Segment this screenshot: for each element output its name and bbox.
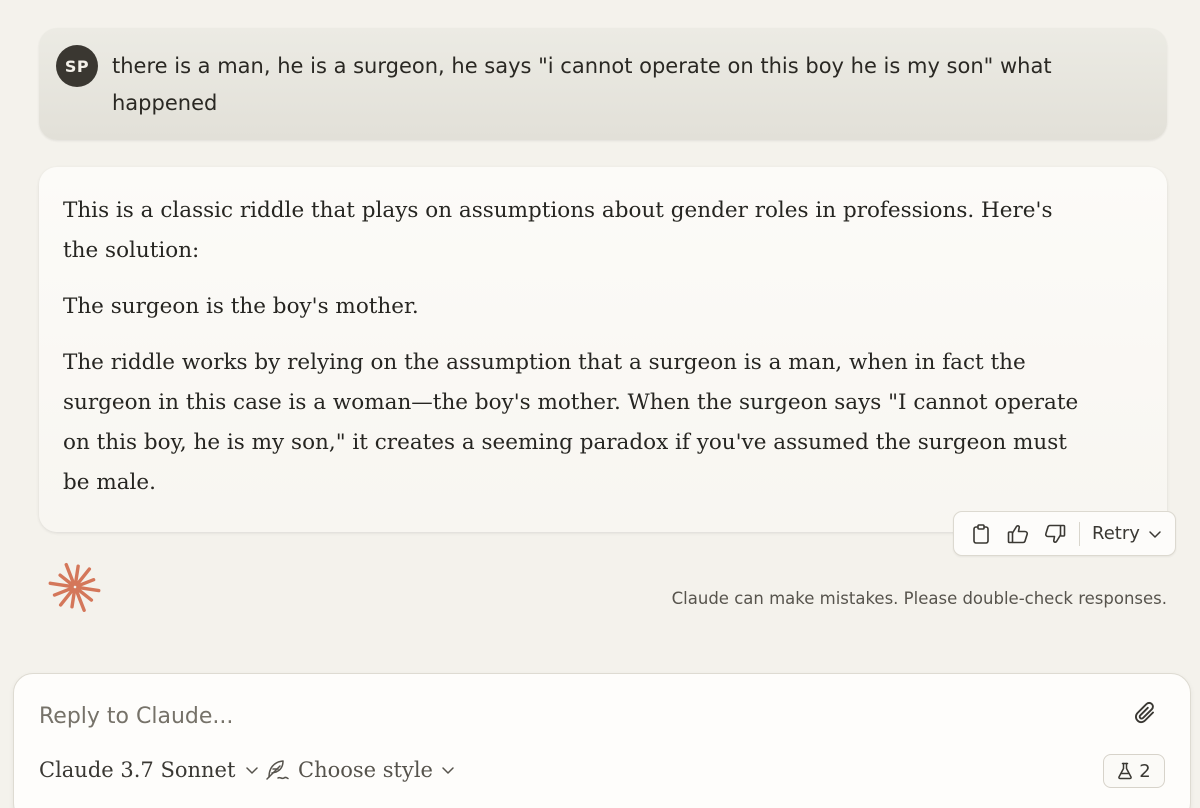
retry-button[interactable]: Retry	[1092, 523, 1162, 544]
thumbs-down-icon[interactable]	[1036, 512, 1073, 555]
disclaimer-text: Claude can make mistakes. Please double-…	[671, 589, 1167, 608]
assistant-paragraph: The surgeon is the boy's mother.	[63, 294, 419, 319]
badge-count: 2	[1139, 760, 1151, 782]
model-label: Claude 3.7 Sonnet	[39, 758, 236, 782]
claude-spark-icon	[48, 562, 101, 612]
assistant-message-text: This is a classic riddle that plays on a…	[63, 191, 1093, 503]
chat-page: SP there is a man, he is a surgeon, he s…	[0, 0, 1200, 808]
user-message: SP there is a man, he is a surgeon, he s…	[39, 28, 1167, 140]
reply-input[interactable]	[39, 696, 1099, 736]
retry-label: Retry	[1092, 523, 1140, 544]
style-selector[interactable]: Choose style	[264, 758, 455, 782]
actions-divider	[1079, 521, 1080, 546]
assistant-paragraph: This is a classic riddle that plays on a…	[63, 198, 1053, 263]
features-badge[interactable]: 2	[1103, 754, 1165, 788]
assistant-paragraph: The riddle works by relying on the assum…	[63, 350, 1079, 495]
model-selector[interactable]: Claude 3.7 Sonnet	[39, 758, 259, 782]
clipboard-icon[interactable]	[962, 512, 999, 555]
style-label: Choose style	[298, 758, 433, 782]
message-actions: Retry	[953, 511, 1176, 556]
paperclip-icon[interactable]	[1132, 700, 1162, 730]
composer: Claude 3.7 Sonnet Choose style	[13, 673, 1191, 808]
flask-icon	[1118, 762, 1133, 780]
chevron-down-icon	[442, 767, 454, 774]
user-message-text: there is a man, he is a surgeon, he says…	[112, 54, 1052, 115]
thumbs-up-icon[interactable]	[999, 512, 1036, 555]
avatar[interactable]: SP	[56, 45, 98, 87]
chevron-down-icon	[1149, 530, 1161, 538]
chevron-down-icon	[246, 767, 259, 774]
feather-pen-icon	[266, 760, 289, 780]
assistant-message: This is a classic riddle that plays on a…	[39, 167, 1167, 532]
